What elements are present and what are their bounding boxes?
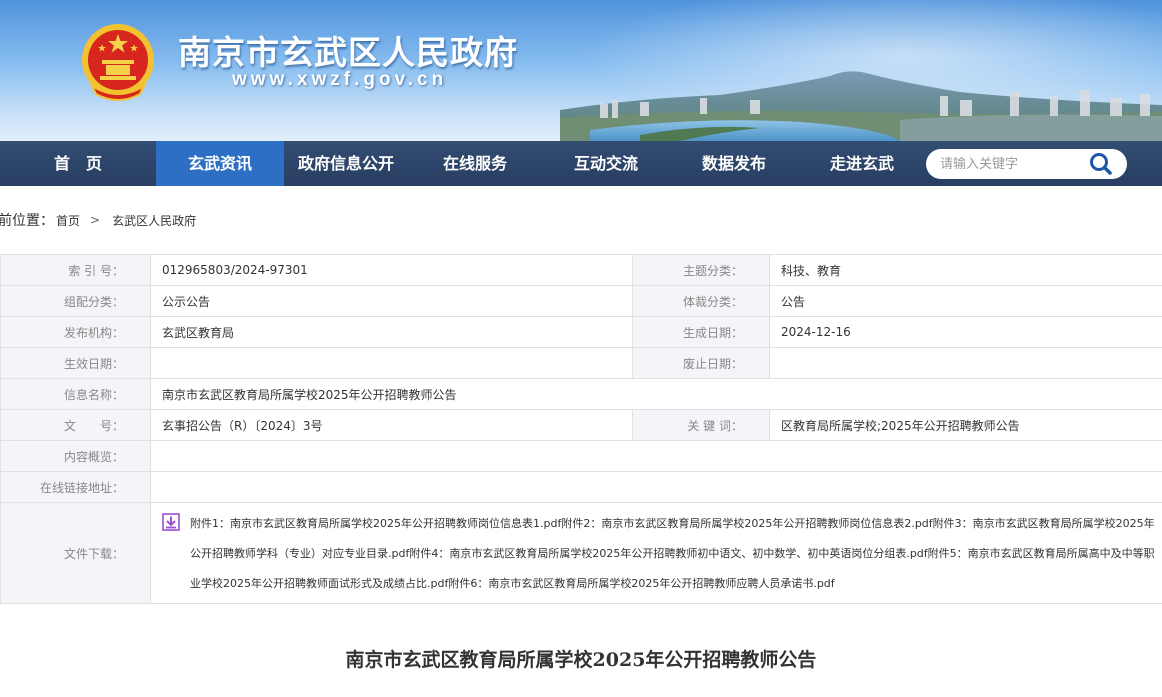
city-lake-scenery <box>560 71 1162 141</box>
effective-label: 生效日期： <box>0 347 151 379</box>
nav-item-interaction[interactable]: 互动交流 <box>542 141 670 186</box>
breadcrumb-home-link[interactable]: 首页 <box>56 212 80 229</box>
link-label: 在线链接地址： <box>0 471 151 503</box>
download-icon <box>162 513 180 531</box>
docno-value: 玄事招公告（R）〔2024〕3号 <box>150 409 633 441</box>
table-row: 文 号： 玄事招公告（R）〔2024〕3号 关 键 词： 区教育局所属学校;20… <box>0 409 1162 441</box>
table-row: 在线链接地址： <box>0 471 1162 503</box>
nav-list: 首 页 玄武资讯 政府信息公开 在线服务 互动交流 数据发布 走进玄武 <box>0 141 926 186</box>
abolished-value <box>769 347 1162 379</box>
created-label: 生成日期： <box>632 316 770 348</box>
header-banner: 南京市玄武区人民政府 www.xwzf.gov.cn <box>0 0 1162 141</box>
national-emblem-icon <box>82 24 154 101</box>
nav-item-data-release[interactable]: 数据发布 <box>670 141 798 186</box>
download-cell: 附件1：南京市玄武区教育局所属学校2025年公开招聘教师岗位信息表1.pdf附件… <box>150 502 1162 604</box>
category-value: 公示公告 <box>150 285 633 317</box>
topic-label: 主题分类： <box>632 254 770 286</box>
table-row: 组配分类： 公示公告 体裁分类： 公告 <box>0 285 1162 317</box>
search-icon[interactable] <box>1086 151 1116 177</box>
topic-value: 科技、教育 <box>769 254 1162 286</box>
keywords-label: 关 键 词： <box>632 409 770 441</box>
link-value <box>150 471 1162 503</box>
attachment-link-1[interactable]: 附件1：南京市玄武区教育局所属学校2025年公开招聘教师岗位信息表1.pdf <box>190 517 561 530</box>
name-value: 南京市玄武区教育局所属学校2025年公开招聘教师公告 <box>150 378 1162 410</box>
download-label: 文件下载： <box>0 502 151 604</box>
docno-label: 文 号： <box>0 409 151 441</box>
publisher-label: 发布机构： <box>0 316 151 348</box>
created-value: 2024-12-16 <box>769 316 1162 348</box>
attachment-link-4[interactable]: 附件4：南京市玄武区教育局所属学校2025年公开招聘教师初中语文、初中数学、初中… <box>409 547 927 560</box>
nav-item-home[interactable]: 首 页 <box>0 141 156 186</box>
search-input[interactable] <box>940 149 1090 179</box>
nav-item-gov-info[interactable]: 政府信息公开 <box>284 141 408 186</box>
table-row: 内容概览： <box>0 440 1162 472</box>
attachment-list: 附件1：南京市玄武区教育局所属学校2025年公开招聘教师岗位信息表1.pdf附件… <box>162 503 1162 603</box>
attachment-link-6[interactable]: 附件6：南京市玄武区教育局所属学校2025年公开招聘教师应聘人员承诺书.pdf <box>448 577 834 590</box>
nav-item-online-service[interactable]: 在线服务 <box>408 141 542 186</box>
index-value: 012965803/2024-97301 <box>150 254 633 286</box>
table-row: 生效日期： 废止日期： <box>0 347 1162 379</box>
abolished-label: 废止日期： <box>632 347 770 379</box>
site-title: 南京市玄武区人民政府 <box>178 33 518 72</box>
nav-item-xuanwu-news[interactable]: 玄武资讯 <box>156 141 284 186</box>
table-row: 信息名称： 南京市玄武区教育局所属学校2025年公开招聘教师公告 <box>0 378 1162 410</box>
table-row: 文件下载： 附件1：南京市玄武区教育局所属学校2025年公开招聘教师岗位信息表1… <box>0 502 1162 604</box>
breadcrumb-gov-link[interactable]: 玄武区人民政府 <box>112 212 196 229</box>
name-label: 信息名称： <box>0 378 151 410</box>
article-title: 南京市玄武区教育局所属学校2025年公开招聘教师公告 <box>345 649 817 671</box>
index-label: 索 引 号： <box>0 254 151 286</box>
attachment-text: 附件1：南京市玄武区教育局所属学校2025年公开招聘教师岗位信息表1.pdf附件… <box>190 509 1162 599</box>
genre-label: 体裁分类： <box>632 285 770 317</box>
search-box <box>926 149 1127 179</box>
genre-value: 公告 <box>769 285 1162 317</box>
summary-label: 内容概览： <box>0 440 151 472</box>
effective-value <box>150 347 633 379</box>
info-table: 索 引 号： 012965803/2024-97301 主题分类： 科技、教育 … <box>0 254 1162 604</box>
nav-item-about-xuanwu[interactable]: 走进玄武 <box>798 141 926 186</box>
summary-value <box>150 440 1162 472</box>
category-label: 组配分类： <box>0 285 151 317</box>
breadcrumb-separator: > <box>90 213 101 227</box>
table-row: 发布机构： 玄武区教育局 生成日期： 2024-12-16 <box>0 316 1162 348</box>
publisher-value: 玄武区教育局 <box>150 316 633 348</box>
site-url: www.xwzf.gov.cn <box>232 69 448 90</box>
table-row: 索 引 号： 012965803/2024-97301 主题分类： 科技、教育 <box>0 254 1162 286</box>
keywords-value: 区教育局所属学校;2025年公开招聘教师公告 <box>769 409 1162 441</box>
breadcrumb-label: 前位置： <box>0 213 54 229</box>
breadcrumb: 前位置： 首页 > 玄武区人民政府 <box>0 207 196 233</box>
attachment-link-2[interactable]: 附件2：南京市玄武区教育局所属学校2025年公开招聘教师岗位信息表2.pdf <box>561 517 932 530</box>
